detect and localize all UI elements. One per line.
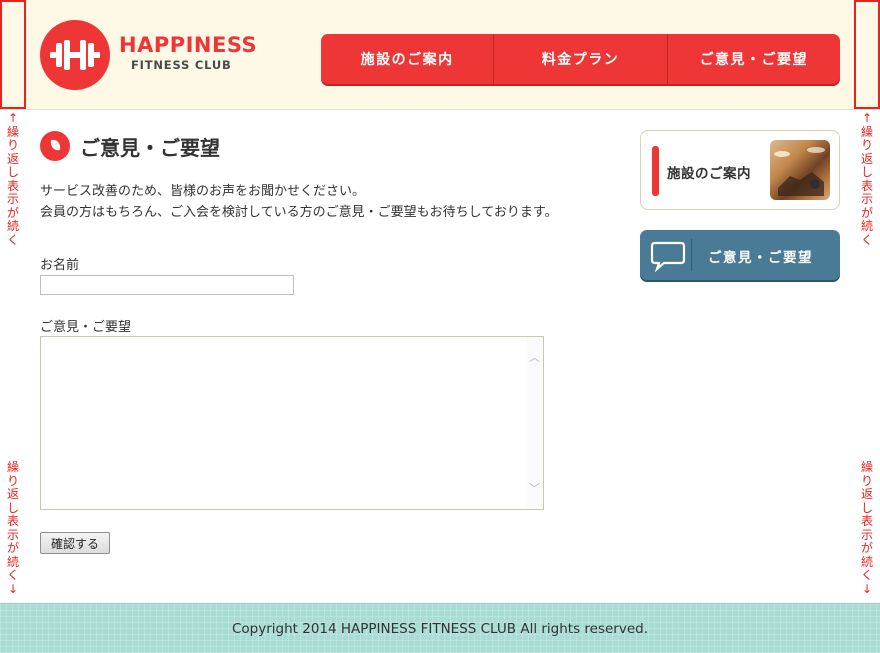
repeat-note-top-left: ↑ 繰り返し表示が続く (5, 111, 21, 247)
leaf-icon (40, 131, 70, 161)
name-input[interactable] (40, 275, 294, 295)
banner-accent-bar (652, 146, 659, 196)
repeat-note-text: 繰り返し表示が続く (860, 460, 873, 582)
page-title: ご意見・ご要望 (80, 135, 220, 160)
facility-banner-label: 施設のご案内 (667, 166, 751, 182)
repeat-area-top-right (854, 0, 880, 109)
facility-banner[interactable]: 施設のご案内 (640, 130, 840, 210)
nav-item-pricing[interactable]: 料金プラン (493, 34, 666, 84)
speech-bubble-icon (650, 241, 686, 273)
global-navigation: 施設のご案内 料金プラン ご意見・ご要望 (321, 34, 840, 84)
scroll-up-icon[interactable]: ︿ (526, 349, 543, 366)
nav-item-facility[interactable]: 施設のご案内 (321, 34, 493, 84)
opinion-banner-label: ご意見・ご要望 (708, 250, 813, 266)
up-arrow-icon: ↑ (861, 111, 873, 125)
confirm-button[interactable]: 確認する (40, 532, 110, 554)
opinion-banner[interactable]: ご意見・ご要望 (640, 230, 840, 280)
nav-item-feedback[interactable]: ご意見・ご要望 (666, 34, 840, 84)
gym-photo (770, 140, 830, 200)
repeat-note-bottom-right: 繰り返し表示が続く ↓ (859, 460, 875, 596)
down-arrow-icon: ↓ (7, 581, 19, 596)
intro-text: サービス改善のため、皆様のお声をお聞かせください。 会員の方はもちろん、ご入会を… (40, 181, 620, 223)
site-header: HAPPINESS FITNESS CLUB 施設のご案内 料金プラン ご意見・… (0, 0, 880, 110)
repeat-area-top-left (0, 0, 26, 109)
site-footer: Copyright 2014 HAPPINESS FITNESS CLUB Al… (0, 603, 880, 653)
banner-divider (691, 239, 692, 271)
textarea-scrollbar[interactable]: ︿ ﹀ (526, 337, 543, 509)
name-label: お名前 (40, 258, 80, 273)
up-arrow-icon: ↑ (7, 111, 19, 125)
intro-line-1: サービス改善のため、皆様のお声をお聞かせください。 (40, 184, 366, 199)
repeat-note-bottom-left: 繰り返し表示が続く ↓ (5, 460, 21, 596)
repeat-note-text: 繰り返し表示が続く (6, 124, 19, 247)
repeat-note-text: 繰り返し表示が続く (6, 460, 19, 582)
down-arrow-icon: ↓ (861, 581, 873, 596)
message-label: ご意見・ご要望 (40, 320, 132, 335)
logo-title[interactable]: HAPPINESS (119, 33, 257, 57)
logo-subtitle[interactable]: FITNESS CLUB (131, 58, 232, 72)
scroll-down-icon[interactable]: ﹀ (526, 480, 543, 497)
intro-line-2: 会員の方はもちろん、ご入会を検討している方のご意見・ご要望もお待ちしております。 (40, 205, 558, 220)
repeat-note-top-right: ↑ 繰り返し表示が続く (859, 111, 875, 247)
message-textarea[interactable]: ︿ ﹀ (40, 336, 544, 510)
repeat-note-text: 繰り返し表示が続く (860, 124, 873, 247)
page-heading: ご意見・ご要望 (40, 130, 220, 162)
dumbbell-logo-icon[interactable] (40, 20, 110, 90)
copyright-text: Copyright 2014 HAPPINESS FITNESS CLUB Al… (231, 621, 649, 637)
